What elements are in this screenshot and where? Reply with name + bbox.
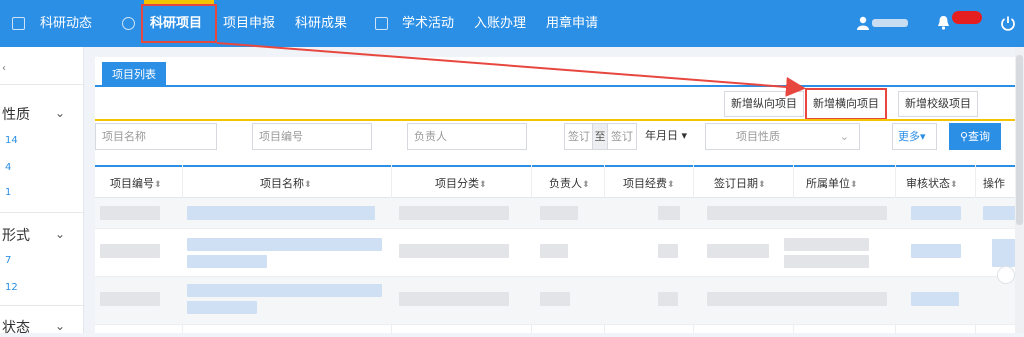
annotation-arrow <box>216 42 806 97</box>
